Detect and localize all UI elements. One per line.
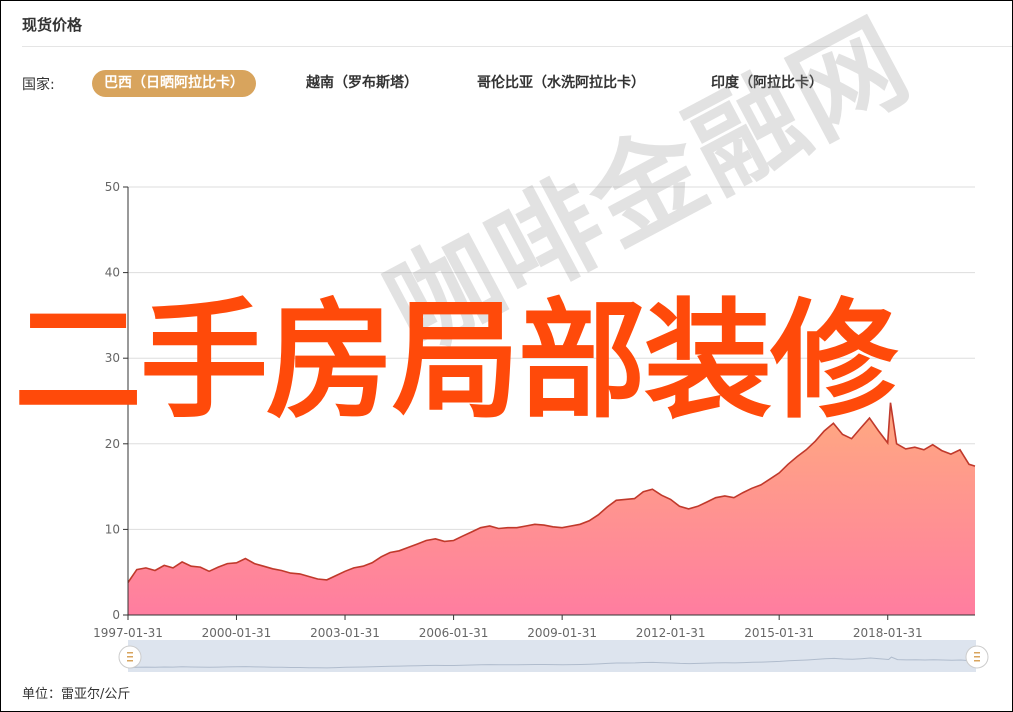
price-area bbox=[128, 402, 975, 615]
price-chart: 0 10 20 30 40 50 1997-01-31 2000-01-31 2003-01-… bbox=[93, 180, 989, 672]
zoom-handle-left[interactable] bbox=[118, 645, 142, 669]
data-zoom-slider[interactable] bbox=[118, 640, 989, 672]
x-tick-label: 2006-01-31 bbox=[419, 626, 489, 640]
x-tick-label: 2012-01-31 bbox=[636, 626, 706, 640]
y-tick-label: 10 bbox=[105, 522, 120, 536]
x-tick-label: 2009-01-31 bbox=[527, 626, 597, 640]
y-tick-label: 0 bbox=[112, 608, 120, 622]
x-tick-label: 2015-01-31 bbox=[744, 626, 814, 640]
zoom-handle-right[interactable] bbox=[965, 645, 989, 669]
y-tick-label: 20 bbox=[105, 437, 120, 451]
x-tick-label: 2018-01-31 bbox=[853, 626, 923, 640]
y-tick-label: 40 bbox=[105, 266, 120, 280]
x-tick-label: 2003-01-31 bbox=[310, 626, 380, 640]
y-axis-tick-labels: 0 10 20 30 40 50 bbox=[105, 180, 128, 622]
y-tick-label: 30 bbox=[105, 351, 120, 365]
x-tick-label: 1997-01-31 bbox=[93, 626, 163, 640]
x-tick-label: 2000-01-31 bbox=[202, 626, 272, 640]
y-tick-label: 50 bbox=[105, 180, 120, 194]
unit-label: 单位：雷亚尔/公斤 bbox=[22, 687, 131, 702]
x-axis-ticks: 1997-01-31 2000-01-31 2003-01-31 2006-01-31… bbox=[93, 615, 923, 640]
